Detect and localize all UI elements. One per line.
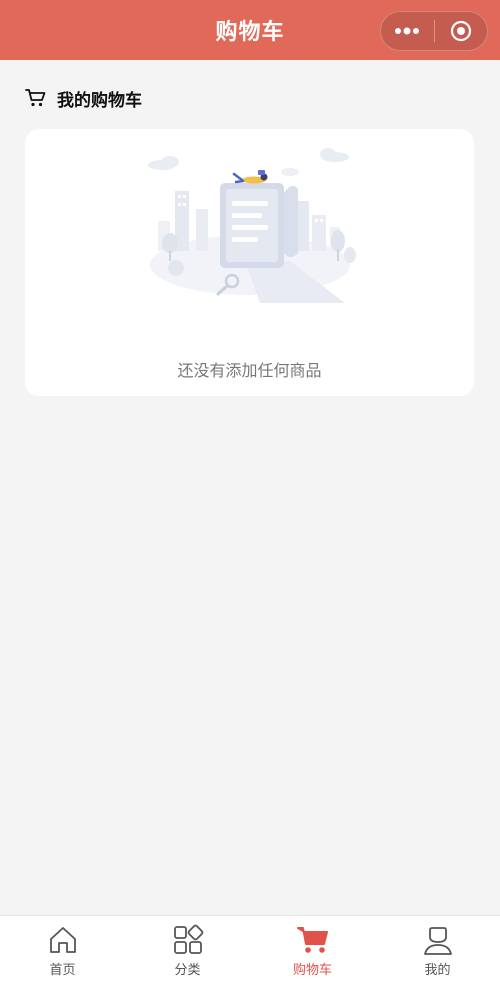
home-icon	[49, 927, 76, 953]
empty-cart-illustration	[148, 148, 356, 303]
user-icon	[423, 927, 452, 955]
tab-profile-label: 我的	[424, 963, 451, 978]
empty-cart-message: 还没有添加任何商品	[177, 361, 322, 380]
tab-cart[interactable]: 购物车	[250, 916, 375, 985]
tab-profile[interactable]: 我的	[375, 916, 500, 985]
target-circle-icon	[450, 20, 471, 42]
tab-category[interactable]: 分类	[125, 916, 250, 985]
top-navbar: 购物车	[0, 0, 500, 60]
more-button[interactable]	[381, 12, 434, 50]
tab-cart-label: 购物车	[292, 963, 332, 978]
miniprogram-capsule	[380, 11, 488, 51]
close-miniprogram-button[interactable]	[435, 12, 488, 50]
tab-home-label: 首页	[49, 963, 76, 978]
cart-outline-icon	[25, 89, 46, 107]
empty-cart-card: 还没有添加任何商品	[25, 129, 474, 396]
category-icon	[173, 924, 203, 954]
cart-section-header: 我的购物车	[25, 86, 142, 111]
tab-category-label: 分类	[174, 963, 201, 978]
more-dots-icon	[395, 27, 420, 35]
cart-section-title: 我的购物车	[57, 90, 142, 111]
cart-icon	[296, 927, 328, 953]
tab-home[interactable]: 首页	[0, 916, 125, 985]
bottom-tabbar: 首页 分类 购物车 我的	[0, 915, 500, 985]
